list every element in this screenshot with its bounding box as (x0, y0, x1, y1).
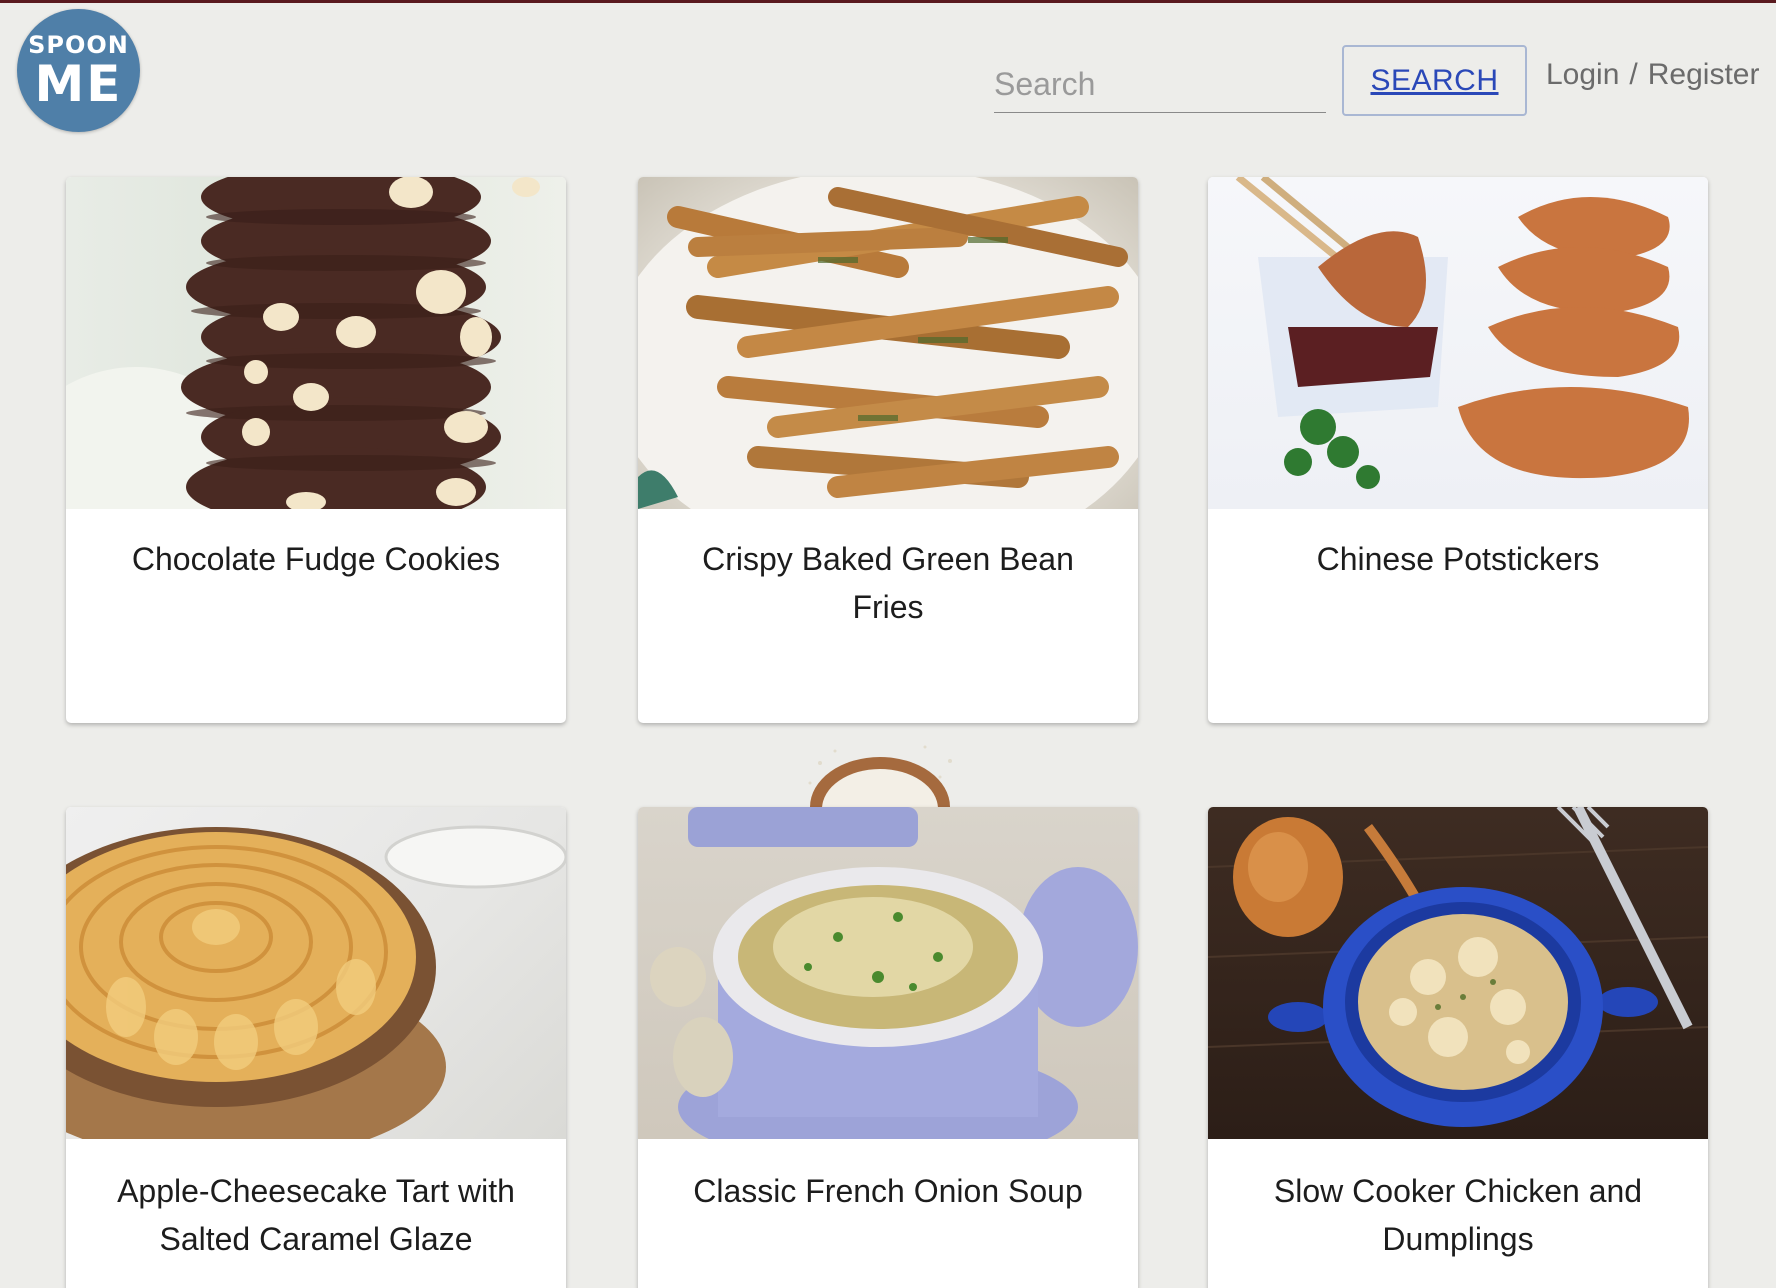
recipe-card[interactable]: Crispy Baked Green Bean Fries (638, 177, 1138, 723)
recipe-card[interactable]: Classic French Onion Soup (638, 807, 1138, 1288)
apple-tart-photo[interactable] (66, 807, 566, 1139)
recipe-title[interactable]: Chinese Potstickers (1208, 509, 1708, 583)
search-field (994, 51, 1326, 113)
recipe-card[interactable]: Chinese Potstickers (1208, 177, 1708, 723)
recipe-card[interactable]: Chocolate Fudge Cookies (66, 177, 566, 723)
logo-text-bottom: ME (34, 54, 123, 113)
search-button[interactable]: SEARCH (1342, 45, 1527, 116)
search-input[interactable] (994, 51, 1326, 112)
chicken-dumplings-photo[interactable] (1208, 807, 1708, 1139)
login-link[interactable]: Login (1546, 58, 1619, 92)
recipe-title[interactable]: Slow Cooker Chicken and Dumplings (1208, 1139, 1708, 1263)
logo-text-top: SPOON (28, 30, 129, 59)
auth-links: Login / Register (1546, 55, 1759, 95)
recipe-card[interactable]: Apple-Cheesecake Tart with Salted Carame… (66, 807, 566, 1288)
recipe-title[interactable]: Chocolate Fudge Cookies (66, 509, 566, 583)
register-link[interactable]: Register (1648, 58, 1760, 92)
recipe-title[interactable]: Apple-Cheesecake Tart with Salted Carame… (66, 1139, 566, 1263)
cookie-stack-photo[interactable] (66, 177, 566, 509)
parmesan-bowl-decoration (808, 745, 952, 807)
green-bean-fries-photo[interactable] (638, 177, 1138, 509)
auth-separator: / (1629, 58, 1638, 91)
logo[interactable]: SPOON ME (17, 9, 140, 132)
recipe-title[interactable]: Classic French Onion Soup (638, 1139, 1138, 1215)
onion-soup-photo[interactable] (638, 807, 1138, 1139)
recipe-card[interactable]: Slow Cooker Chicken and Dumplings (1208, 807, 1708, 1288)
potstickers-photo[interactable] (1208, 177, 1708, 509)
recipe-title[interactable]: Crispy Baked Green Bean Fries (638, 509, 1138, 631)
